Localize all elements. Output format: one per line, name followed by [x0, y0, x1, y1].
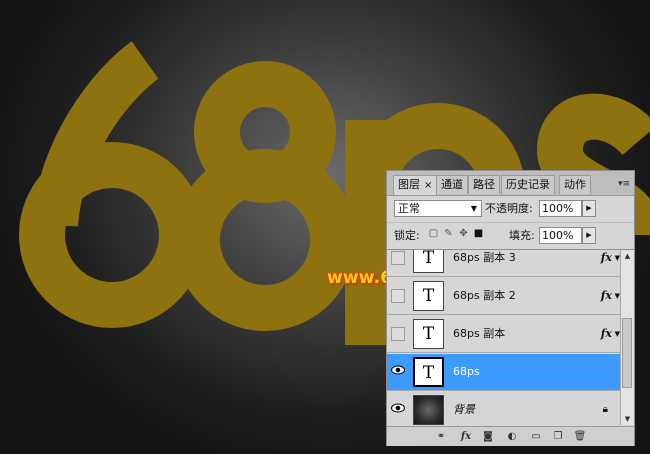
tab-layers[interactable]: 图层 × — [393, 175, 438, 195]
tab-actions-label: 动作 — [564, 178, 586, 191]
opacity-label: 不透明度: — [485, 202, 533, 215]
lock-brush-icon[interactable]: ✎ — [443, 228, 454, 239]
adjustment-icon[interactable]: ◐ — [505, 430, 519, 443]
eye-icon-shape — [391, 403, 405, 413]
eye-icon[interactable] — [390, 365, 406, 379]
tab-history[interactable]: 历史记录 — [501, 175, 555, 194]
mask-icon[interactable]: ◙ — [481, 430, 495, 443]
text-layer-thumbnail: T — [413, 250, 444, 273]
text-layer-thumbnail: T — [413, 281, 444, 311]
fill-stepper-button[interactable]: ▶ — [582, 227, 596, 244]
visibility-toggle[interactable] — [391, 327, 405, 341]
fx-icon[interactable]: fx — [601, 289, 612, 303]
opacity-stepper-button[interactable]: ▶ — [582, 200, 596, 217]
blend-mode-value: 正常 — [398, 202, 420, 215]
lock-icon: 🔒︎ — [602, 404, 608, 415]
glyph-6-stem — [32, 41, 159, 228]
tab-history-label: 历史记录 — [506, 178, 550, 191]
layer-name: 68ps 副本 2 — [453, 289, 516, 302]
layer-name: 68ps 副本 3 — [453, 251, 516, 264]
visibility-toggle[interactable] — [391, 251, 405, 265]
fx-icon[interactable]: fx — [601, 251, 612, 265]
layer-name: 背景 — [453, 403, 475, 416]
panel-menu-icon[interactable]: ▾≡ — [618, 179, 630, 189]
eye-icon-shape — [391, 365, 405, 375]
lock-label: 锁定: — [394, 229, 420, 242]
chevron-down-icon: ▼ — [470, 204, 477, 213]
panel-footer: ⚭ fx ◙ ◐ ▭ ❐ 🗑︎ — [387, 426, 634, 446]
tab-channels[interactable]: 通道 — [436, 175, 468, 194]
tab-close-icon[interactable]: × — [424, 180, 432, 191]
lock-all-icon[interactable]: ■ — [473, 228, 484, 239]
text-layer-thumbnail: T — [413, 357, 444, 387]
lock-transparent-icon[interactable]: ▢ — [428, 228, 439, 239]
tab-actions[interactable]: 动作 — [559, 175, 591, 194]
fill-input[interactable]: 100% — [539, 227, 582, 244]
blend-mode-select[interactable]: 正常 ▼ — [394, 200, 482, 217]
tab-paths[interactable]: 路径 — [468, 175, 500, 194]
tab-layers-label: 图层 — [398, 178, 420, 191]
layer-row[interactable]: T 68ps 副本 fx ▼ — [387, 316, 620, 353]
lock-move-icon[interactable]: ✥ — [458, 228, 469, 239]
eye-icon[interactable] — [390, 403, 406, 417]
group-folder-icon[interactable]: ▭ — [529, 430, 543, 443]
scrollbar-thumb[interactable] — [622, 318, 632, 388]
tab-paths-label: 路径 — [473, 178, 495, 191]
layer-name: 68ps — [453, 365, 480, 378]
scroll-down-icon[interactable]: ▼ — [621, 413, 634, 425]
layer-row-selected[interactable]: T 68ps — [387, 354, 620, 391]
layers-list: T 68ps 副本 3 fx ▼ T 68ps 副本 2 fx ▼ T 68ps… — [387, 250, 620, 425]
background-layer-thumbnail — [413, 395, 444, 425]
layers-scrollbar[interactable]: ▲ ▼ — [620, 250, 634, 425]
link-icon[interactable]: ⚭ — [434, 430, 448, 443]
trash-icon[interactable]: 🗑︎ — [573, 430, 587, 443]
opacity-input[interactable]: 100% — [539, 200, 582, 217]
glyph-8-bottom — [174, 149, 356, 331]
text-layer-thumbnail: T — [413, 319, 444, 349]
fill-label: 填充: — [509, 229, 535, 242]
fx-icon[interactable]: fx — [601, 327, 612, 341]
tab-channels-label: 通道 — [441, 178, 463, 191]
layer-row[interactable]: T 68ps 副本 2 fx ▼ — [387, 278, 620, 315]
new-layer-icon[interactable]: ❐ — [551, 430, 565, 443]
layer-name: 68ps 副本 — [453, 327, 506, 340]
fx-icon[interactable]: fx — [459, 430, 473, 443]
visibility-toggle[interactable] — [391, 289, 405, 303]
layer-row[interactable]: T 68ps 副本 3 fx ▼ — [387, 250, 620, 277]
layer-row[interactable]: 背景 🔒︎ — [387, 392, 620, 425]
layers-panel: 图层 × 通道 路径 历史记录 动作 ▾≡ 正常 ▼ 不透明度: 100% ▶ 锁… — [386, 170, 635, 446]
scroll-up-icon[interactable]: ▲ — [621, 250, 634, 262]
blend-row: 正常 ▼ 不透明度: 100% ▶ — [387, 196, 634, 223]
panel-tabbar: 图层 × 通道 路径 历史记录 动作 ▾≡ — [387, 171, 634, 196]
lock-row: 锁定: 填充: 100% ▶ — [387, 223, 634, 250]
